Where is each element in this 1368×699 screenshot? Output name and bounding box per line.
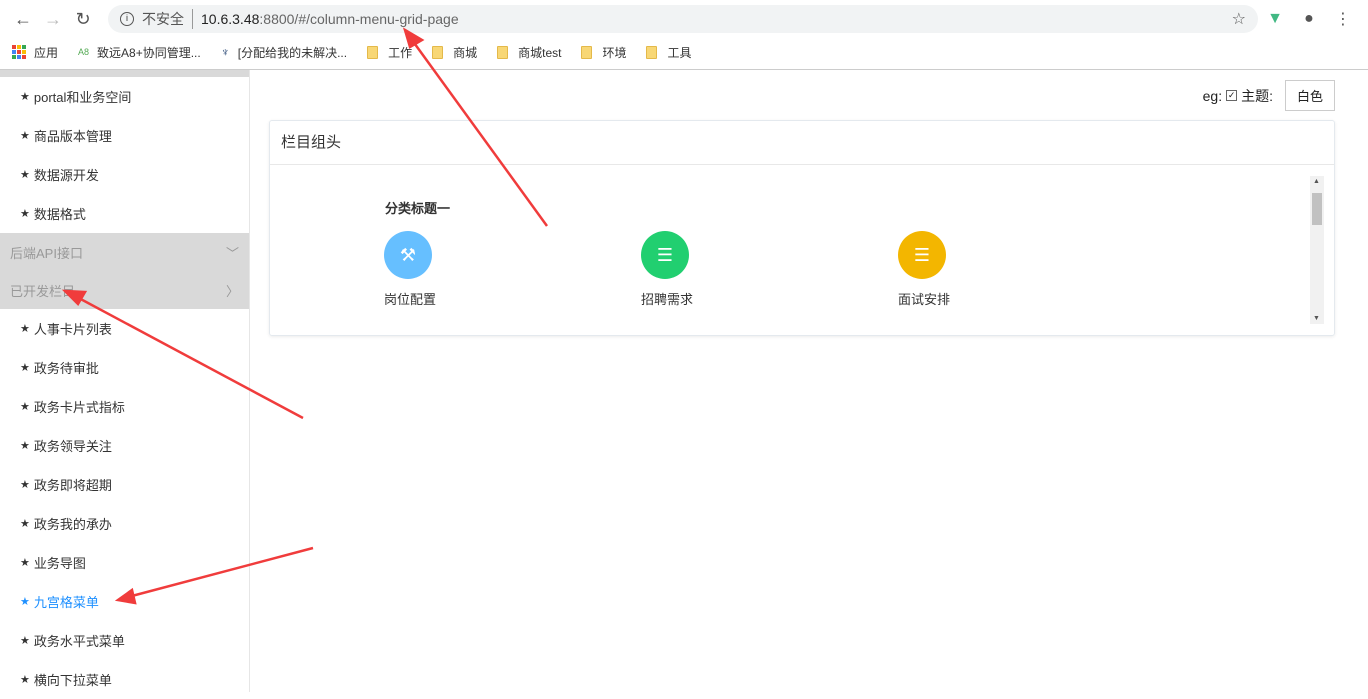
category-title: 分类标题一 (385, 201, 451, 216)
apps-icon (12, 45, 26, 59)
main-content: eg: ✓ 主题: 白色 栏目组头 分类标题一 ⚒ 岗位配置 ☰ 招聘需求 ☰ 面试安… (250, 70, 1368, 692)
sidebar-group-developed[interactable]: 已开发栏目〉 (0, 271, 249, 309)
sidebar-item[interactable]: ★ 政务待审批 (0, 348, 249, 387)
security-label: 不安全 (142, 9, 193, 29)
sidebar-item[interactable]: ★ 业务导图 (0, 543, 249, 582)
sidebar-item-active[interactable]: ★ 九宫格菜单 (0, 582, 249, 621)
sidebar-item[interactable]: ★ 人事卡片列表 (0, 309, 249, 348)
chevron-down-icon: ﹀ (225, 245, 239, 261)
jira-icon: ♆ (220, 45, 230, 59)
url-host: 10.6.3.48 (201, 11, 260, 27)
folder-icon (581, 45, 593, 59)
bookmark-star-icon[interactable]: ☆ (1232, 9, 1246, 29)
star-icon: ★ (20, 557, 30, 569)
info-icon[interactable]: i (120, 12, 134, 26)
scrollbar-thumb[interactable] (1312, 193, 1322, 225)
sidebar-item[interactable]: ★ 数据格式 (0, 194, 249, 233)
sidebar-item[interactable]: ★ 政务即将超期 (0, 465, 249, 504)
profile-icon[interactable]: ● (1292, 10, 1326, 28)
eg-label: eg: (1202, 87, 1223, 104)
folder-icon (646, 45, 658, 59)
theme-label: 主题: (1241, 87, 1273, 104)
star-icon: ★ (20, 169, 30, 181)
star-icon: ★ (20, 130, 30, 142)
grid-item[interactable]: ☰ 招聘需求 (641, 231, 701, 308)
menu-icon[interactable]: ⋮ (1326, 9, 1360, 29)
sidebar-group-api[interactable]: 后端API接口 ﹀ (0, 233, 249, 271)
folder-icon (497, 45, 509, 59)
star-icon: ★ (20, 91, 30, 103)
url-path: :8800/#/column-menu-grid-page (259, 11, 459, 27)
address-bar[interactable]: i 不安全 10.6.3.48:8800/#/column-menu-grid-… (108, 5, 1258, 33)
star-icon: ★ (20, 596, 30, 608)
bookmarks-bar: 应用 A8 致远A8+协同管理... ♆ [分配给我的未解决... 工作 商城 商城… (0, 38, 1368, 66)
grid-item[interactable]: ⚒ 岗位配置 (384, 231, 444, 308)
theme-button[interactable]: 白色 (1284, 80, 1335, 111)
star-icon: ★ (20, 208, 30, 220)
sidebar: ★ portal和业务空间 ★ 商品版本管理 ★ 数据源开发 ★ 数据格式 后端API接… (0, 70, 250, 692)
chevron-right-icon: 〉 (225, 283, 239, 299)
folder-icon (367, 45, 379, 59)
sidebar-item[interactable]: ★ 政务我的承办 (0, 504, 249, 543)
bookmark-folder[interactable]: 环境 (581, 44, 626, 61)
star-icon: ★ (20, 674, 30, 686)
bookmark-folder[interactable]: 工具 (646, 44, 691, 61)
star-icon: ★ (20, 440, 30, 452)
bookmark-folder[interactable]: 工作 (367, 44, 412, 61)
column-card: 栏目组头 分类标题一 ⚒ 岗位配置 ☰ 招聘需求 ☰ 面试安排 ▲ ▼ (269, 120, 1335, 336)
sidebar-item[interactable]: ★ 商品版本管理 (0, 116, 249, 155)
folder-icon (432, 45, 444, 59)
star-icon: ★ (20, 401, 30, 413)
star-icon: ★ (20, 362, 30, 374)
bookmark-folder[interactable]: 商城test (497, 44, 561, 61)
vue-devtools-icon[interactable]: ▼ (1258, 10, 1292, 28)
bookmark-jira[interactable]: ♆ [分配给我的未解决... (221, 44, 347, 61)
star-icon: ★ (20, 518, 30, 530)
theme-checkbox[interactable]: ✓ (1226, 90, 1238, 101)
theme-switcher: eg: ✓ 主题: 白色 (1203, 80, 1335, 111)
sidebar-item[interactable]: ★ 数据源开发 (0, 155, 249, 194)
forward-icon[interactable]: → (38, 9, 68, 30)
bookmark-folder[interactable]: 商城 (432, 44, 477, 61)
star-icon: ★ (20, 479, 30, 491)
sidebar-item[interactable]: ★ 政务卡片式指标 (0, 387, 249, 426)
gavel-icon: ⚒ (384, 231, 432, 279)
card-title: 栏目组头 (270, 121, 1334, 165)
star-icon: ★ (20, 635, 30, 647)
layers-icon: ☰ (641, 231, 689, 279)
layers-icon: ☰ (898, 231, 946, 279)
bookmark-apps[interactable]: 应用 (12, 44, 58, 61)
scrollbar[interactable]: ▲ ▼ (1310, 176, 1324, 324)
sidebar-item[interactable]: ★ 横向下拉菜单 (0, 660, 249, 699)
browser-chrome: ← → ↻ i 不安全 10.6.3.48:8800/#/column-menu… (0, 0, 1368, 70)
sidebar-item[interactable]: ★ 政务水平式菜单 (0, 621, 249, 660)
reload-icon[interactable]: ↻ (68, 9, 98, 30)
bookmark-a8[interactable]: A8 致远A8+协同管理... (78, 44, 201, 61)
star-icon: ★ (20, 323, 30, 335)
grid-item[interactable]: ☰ 面试安排 (898, 231, 958, 308)
a8-icon: A8 (78, 47, 90, 57)
back-icon[interactable]: ← (8, 9, 38, 30)
sidebar-item[interactable]: ★ portal和业务空间 (0, 77, 249, 116)
sidebar-item[interactable]: ★ 政务领导关注 (0, 426, 249, 465)
